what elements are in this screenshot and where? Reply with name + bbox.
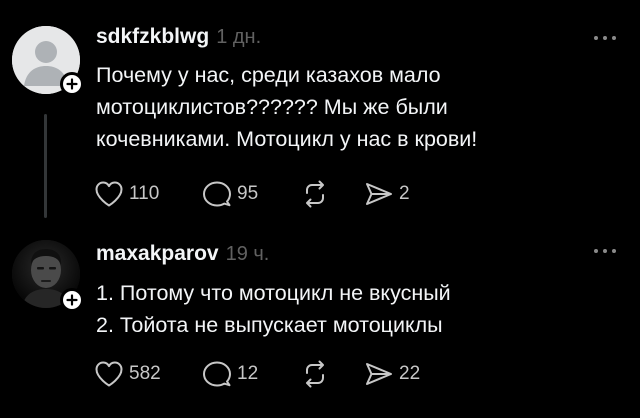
reply-button[interactable]: 95 [202,179,258,209]
username[interactable]: maxakparov [96,242,219,266]
thread-post: sdkfzkblwg 1 дн. Почему у нас, среди каз… [0,0,640,232]
like-button[interactable]: 582 [94,359,161,389]
more-dot-icon [594,249,598,253]
repost-button[interactable] [300,359,330,389]
post-text: 1. Потому что мотоцикл не вкусный 2. Той… [96,277,616,341]
username[interactable]: sdkfzkblwg [96,25,209,49]
send-icon [366,363,392,385]
share-button[interactable]: 2 [364,179,410,209]
more-dot-icon [612,249,616,253]
plus-icon [66,294,78,306]
timestamp[interactable]: 19 ч. [226,243,270,266]
reply-button[interactable]: 12 [202,359,258,389]
plus-icon [66,78,78,90]
timestamp[interactable]: 1 дн. [216,26,261,49]
more-dot-icon [612,36,616,40]
reply-count: 95 [237,183,259,204]
post-header: sdkfzkblwg 1 дн. [96,25,261,49]
heart-icon [95,181,123,207]
repost-button[interactable] [300,179,330,209]
post-header: maxakparov 19 ч. [96,242,269,266]
share-button[interactable]: 22 [364,359,420,389]
thread-post: maxakparov 19 ч. 1. Потому что мотоцикл … [0,232,640,418]
repost-icon [306,180,324,208]
post-text-line: Почему у нас, среди казахов мало [96,63,441,87]
more-dot-icon [603,249,607,253]
follow-button[interactable] [60,72,84,96]
share-count: 22 [399,363,421,384]
more-dot-icon [603,36,607,40]
post-text-line: мотоциклистов?????? Мы же были [96,95,448,119]
post-text-line: 1. Потому что мотоцикл не вкусный [96,281,451,305]
post-text: Почему у нас, среди казахов мало мотоцик… [96,59,616,155]
post-text-line: 2. Тойота не выпускает мотоциклы [96,313,443,337]
reply-count: 12 [237,363,259,384]
thread-connector-line [44,114,47,218]
follow-button[interactable] [60,288,84,312]
comment-bubble-icon [203,181,231,207]
more-options-button[interactable] [594,246,616,256]
heart-icon [95,361,123,387]
share-count: 2 [399,183,410,204]
repost-icon [306,360,324,388]
like-count: 582 [129,363,161,384]
comment-bubble-icon [203,361,231,387]
more-dot-icon [594,36,598,40]
like-button[interactable]: 110 [94,179,159,209]
like-count: 110 [129,183,160,204]
more-options-button[interactable] [594,33,616,43]
post-text-line: кочевниками. Мотоцикл у нас в крови! [96,127,478,151]
send-icon [366,183,392,205]
